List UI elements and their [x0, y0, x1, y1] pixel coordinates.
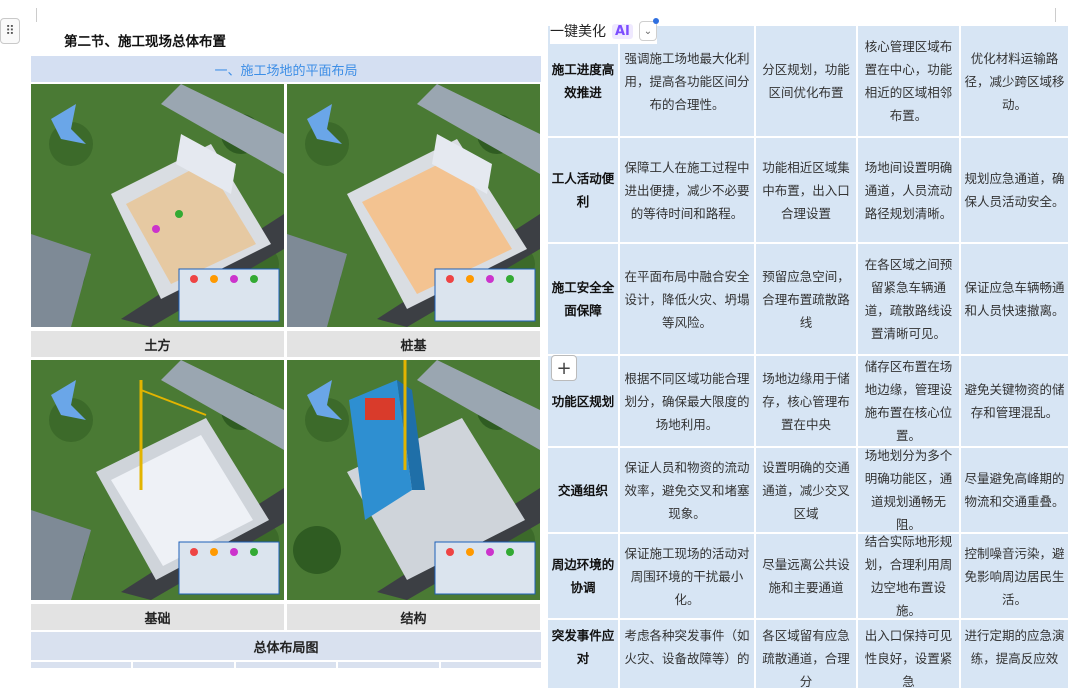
table-cell: 各区域留有应急疏散通道，合理分: [756, 620, 856, 688]
table-cell: 场地间设置明确通道，人员流动路径规划清晰。: [858, 138, 959, 242]
table-row-header: 周边环境的协调: [548, 534, 618, 618]
site-photo-earthwork: [31, 84, 284, 327]
table-row-header: 施工安全全面保障: [548, 244, 618, 354]
table-cell: 保障工人在施工过程中进出便捷，减少不必要的等待时间和路程。: [620, 138, 754, 242]
table-cell: 规划应急通道，确保人员活动安全。: [961, 138, 1068, 242]
beautify-label: 一键美化: [550, 24, 606, 40]
table-cell: 保证施工现场的活动对周围环境的干扰最小化。: [620, 534, 754, 618]
table-cell: 根据不同区域功能合理划分，确保最大限度的场地利用。: [620, 356, 754, 446]
ai-badge: AI: [612, 23, 633, 39]
layout-caption: 总体布局图: [31, 632, 541, 660]
site-photo-foundation: [31, 360, 284, 600]
subheading-band: 一、施工场地的平面布局: [31, 56, 541, 82]
chevron-down-icon[interactable]: ⌄: [638, 18, 659, 41]
photo-caption-piling: 桩基: [287, 331, 540, 357]
site-photo-structure: [287, 360, 540, 600]
table-cell: 优化材料运输路径，减少跨区域移动。: [961, 26, 1068, 136]
table-cell: 分区规划，功能区间优化布置: [756, 26, 856, 136]
table-cell: 控制噪音污染，避免影响周边居民生活。: [961, 534, 1068, 618]
table-cell: 在平面布局中融合安全设计，降低火灾、坍塌等风险。: [620, 244, 754, 354]
table-cell: 预留应急空间，合理布置疏散路线: [756, 244, 856, 354]
photo-caption-structure: 结构: [287, 604, 540, 630]
table-cell: 避免关键物资的储存和管理混乱。: [961, 356, 1068, 446]
table-row-header: 突发事件应对: [548, 620, 618, 688]
table-cell: 场地划分为多个明确功能区，通道规划通畅无阻。: [858, 448, 959, 532]
table-cell: 保证应急车辆畅通和人员快速撤离。: [961, 244, 1068, 354]
table-cell: 尽量远离公共设施和主要通道: [756, 534, 856, 618]
photo-caption-foundation: 基础: [31, 604, 284, 630]
section-title: 第二节、施工现场总体布置: [64, 34, 226, 50]
principles-table: 施工进度高效推进 强调施工场地最大化利用，提高各功能区间分布的合理性。 分区规划…: [548, 26, 1068, 688]
table-row-header: 工人活动便利: [548, 138, 618, 242]
table-cell: 出入口保持可见性良好，设置紧急: [858, 620, 959, 688]
table-cell: 核心管理区域布置在中心，功能相近的区域相邻布置。: [858, 26, 959, 136]
table-cell: 进行定期的应急演练，提高反应效: [961, 620, 1068, 688]
table-cell: 结合实际地形规划，合理利用周边空地布置设施。: [858, 534, 959, 618]
beautify-button[interactable]: 一键美化 AI ⌄: [550, 18, 659, 44]
site-photo-piling: [287, 84, 540, 327]
table-cell: 考虑各种突发事件（如火灾、设备故障等）的: [620, 620, 754, 688]
add-block-button[interactable]: +: [551, 355, 577, 381]
layout-table-top-strip: [31, 662, 542, 668]
table-cell: 功能相近区域集中布置，出入口合理设置: [756, 138, 856, 242]
drag-handle-icon[interactable]: ⠿: [0, 18, 20, 44]
table-cell: 保证人员和物资的流动效率，避免交叉和堵塞现象。: [620, 448, 754, 532]
table-cell: 在各区域之间预留紧急车辆通道，疏散路线设置清晰可见。: [858, 244, 959, 354]
page-corner-mark: [1055, 8, 1056, 22]
table-cell: 尽量避免高峰期的物流和交通重叠。: [961, 448, 1068, 532]
page-corner-mark: [36, 8, 37, 22]
photo-caption-earthwork: 土方: [31, 331, 284, 357]
table-cell: 储存区布置在场地边缘，管理设施布置在核心位置。: [858, 356, 959, 446]
table-cell: 设置明确的交通通道，减少交叉区域: [756, 448, 856, 532]
table-cell: 场地边缘用于储存，核心管理布置在中央: [756, 356, 856, 446]
table-row-header: 交通组织: [548, 448, 618, 532]
